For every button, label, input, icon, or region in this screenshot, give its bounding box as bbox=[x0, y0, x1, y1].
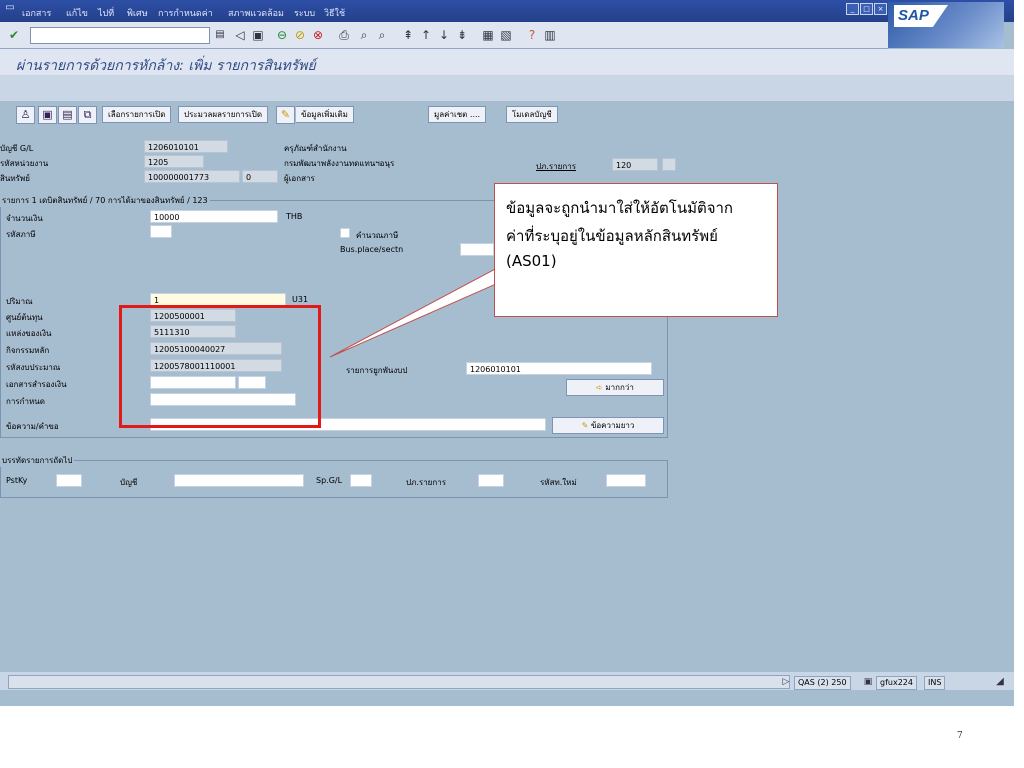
callout-line-1: ข้อมูลจะถูกนำมาใส่ให้อัตโนมัติจาก bbox=[506, 199, 734, 217]
callout-box: ข้อมูลจะถูกนำมาใส่ให้อัตโนมัติจาก ค่าที่… bbox=[494, 183, 778, 317]
slide-number: 7 bbox=[957, 731, 963, 741]
callout-line-2: ค่าที่ระบุอยู่ในข้อมูลหลักสินทรัพย์ bbox=[506, 227, 718, 245]
callout-line-3: (AS01) bbox=[506, 252, 557, 270]
callout-pointer bbox=[329, 257, 556, 358]
